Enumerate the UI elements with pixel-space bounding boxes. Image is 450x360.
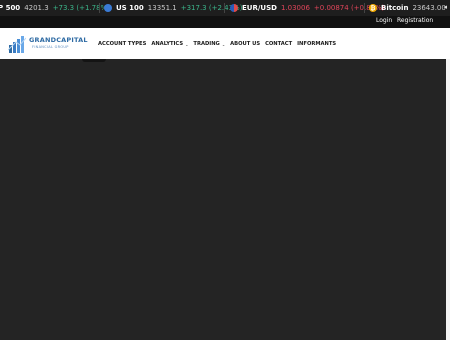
logo-mark-icon — [8, 36, 26, 53]
nav-label: INFORMANTS — [297, 41, 337, 47]
nav-item-informants[interactable]: INFORMANTS — [297, 41, 336, 47]
ticker-item-us100[interactable]: US 100 13351.1 +317.3 (+2.43%) — [104, 0, 242, 16]
ticker-price: 4201.3 — [24, 4, 49, 12]
eu-us-flag-icon — [230, 4, 238, 12]
scrollbar-track[interactable] — [446, 59, 450, 340]
nav-dropdown-indicator — [82, 59, 106, 62]
logo-name: GRANDCAPITAL — [29, 36, 88, 44]
nav-item-account-types[interactable]: ACCOUNT TYPES — [98, 41, 146, 47]
bitcoin-icon: ₿ — [369, 4, 377, 12]
chevron-down-icon: ⌄ — [221, 41, 226, 47]
ticker-item-bitcoin[interactable]: ₿ Bitcoin 23643.00 — [369, 0, 446, 16]
site-header: GRANDCAPITAL FINANCIAL GROUP ACCOUNT TYP… — [0, 28, 450, 59]
nav-item-analytics[interactable]: ANALYTICS ⌄ — [151, 41, 188, 47]
nav-label: ACCOUNT TYPES — [98, 41, 147, 47]
ticker-item-sp500[interactable]: P 500 4201.3 +73.3 (+1.78%) — [0, 0, 110, 16]
ticker-next-icon[interactable]: ◂ — [443, 3, 447, 11]
ticker-item-eurusd[interactable]: EUR/USD 1.03006 +0.00874 (+0.86%) — [230, 0, 385, 16]
ticker-name: US 100 — [116, 4, 144, 12]
nav-label: ANALYTICS — [151, 41, 184, 47]
chevron-down-icon: ⌄ — [185, 41, 189, 47]
main-nav: ACCOUNT TYPES ANALYTICS ⌄ TRADING ⌄ ABOU… — [98, 41, 336, 47]
login-link[interactable]: Login — [376, 17, 392, 24]
ticker-divider — [364, 3, 365, 13]
auth-bar: Login Registration — [0, 16, 450, 28]
nav-item-about-us[interactable]: ABOUT US — [230, 41, 260, 47]
ticker-name: EUR/USD — [242, 4, 277, 12]
nav-label: CONTACT — [265, 41, 293, 47]
ticker-name: Bitcoin — [381, 4, 409, 12]
ticker-price: 23643.00 — [412, 4, 446, 12]
logo-subtitle: FINANCIAL GROUP — [32, 45, 69, 49]
ticker-change: +73.3 (+1.78%) — [52, 4, 110, 12]
us-flag-icon — [104, 4, 112, 12]
nav-label: ABOUT US — [230, 41, 261, 47]
ticker-price: 13351.1 — [147, 4, 177, 12]
nav-label: TRADING — [193, 41, 220, 47]
logo[interactable]: GRANDCAPITAL FINANCIAL GROUP — [8, 34, 88, 54]
market-ticker: P 500 4201.3 +73.3 (+1.78%) US 100 13351… — [0, 0, 450, 16]
ticker-divider — [99, 3, 100, 13]
registration-link[interactable]: Registration — [397, 17, 433, 24]
ticker-name: P 500 — [0, 4, 21, 12]
ticker-price: 1.03006 — [280, 4, 310, 12]
nav-item-contact[interactable]: CONTACT — [265, 41, 292, 47]
nav-item-trading[interactable]: TRADING ⌄ — [193, 41, 225, 47]
hero-section — [0, 59, 446, 340]
ticker-divider — [224, 3, 225, 13]
